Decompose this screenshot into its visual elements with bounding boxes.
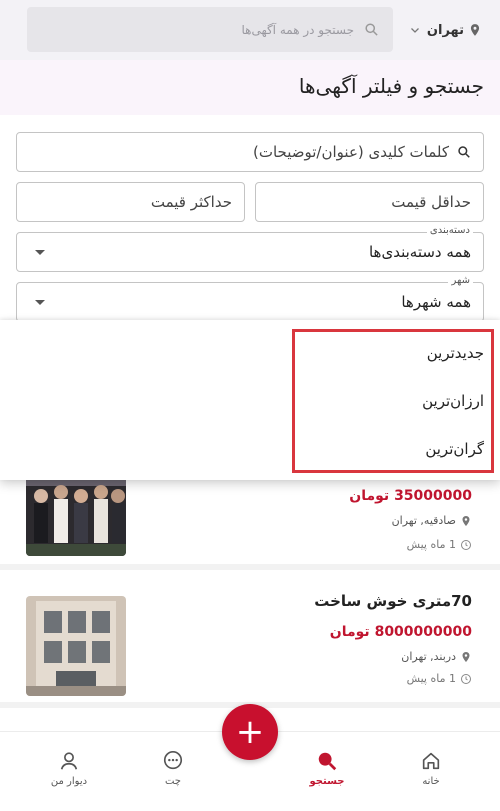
home-icon bbox=[422, 752, 440, 770]
keywords-input[interactable]: کلمات کلیدی (عنوان/توضیحات) bbox=[16, 132, 484, 172]
listing-location: صادقیه, تهران bbox=[392, 514, 472, 527]
clock-icon bbox=[461, 673, 471, 684]
listing-time: 1 ماه پیش bbox=[407, 538, 472, 551]
top-bar: تهران جستجو در همه آگهی‌ها bbox=[0, 0, 500, 60]
listing-time-text: 1 ماه پیش bbox=[406, 538, 456, 551]
global-search-placeholder: جستجو در همه آگهی‌ها bbox=[241, 22, 354, 37]
clock-icon bbox=[461, 539, 471, 550]
city-selector-label: تهران bbox=[426, 22, 464, 38]
search-icon bbox=[318, 752, 337, 771]
nav-home[interactable]: خانه bbox=[396, 750, 466, 787]
city-select[interactable]: شهر همه شهرها bbox=[16, 275, 484, 322]
sort-option-most-expensive[interactable]: گران‌ترین bbox=[425, 440, 484, 458]
city-value: همه شهرها bbox=[401, 293, 471, 311]
listing-time-text: 1 ماه پیش bbox=[406, 672, 456, 685]
listing-title: 70متری خوش ساخت bbox=[314, 592, 472, 610]
user-icon bbox=[60, 752, 78, 770]
nav-chat-label: چت bbox=[164, 776, 181, 787]
location-pin-icon bbox=[462, 651, 470, 662]
nav-profile-label: دیوار من bbox=[50, 776, 88, 787]
dropdown-arrow-icon bbox=[35, 250, 45, 255]
nav-profile[interactable]: دیوار من bbox=[34, 750, 104, 787]
max-price-placeholder: حداکثر قیمت bbox=[150, 193, 232, 211]
min-price-input[interactable]: حداقل قیمت bbox=[255, 182, 484, 222]
search-icon bbox=[365, 23, 378, 36]
chevron-down-icon bbox=[410, 28, 419, 33]
sort-option-newest[interactable]: جدیدترین bbox=[427, 344, 484, 362]
location-pin-icon bbox=[462, 515, 470, 526]
nav-chat[interactable]: چت bbox=[138, 750, 208, 787]
nav-home-label: خانه bbox=[422, 776, 440, 787]
chat-icon bbox=[163, 751, 183, 770]
sort-option-cheapest[interactable]: ارزان‌ترین bbox=[422, 392, 484, 410]
global-search-input[interactable]: جستجو در همه آگهی‌ها bbox=[27, 7, 393, 52]
add-post-button[interactable]: + bbox=[222, 704, 278, 760]
city-label: شهر bbox=[448, 275, 473, 286]
nav-search-label: جستجو bbox=[309, 776, 345, 787]
page-title: جستجو و فیلتر آگهی‌ها bbox=[298, 74, 484, 98]
category-label: دسته‌بندی bbox=[426, 225, 473, 236]
page-title-bar: جستجو و فیلتر آگهی‌ها bbox=[0, 60, 500, 115]
listing-price: 8000000000 تومان bbox=[329, 624, 472, 640]
category-value: همه دسته‌بندی‌ها bbox=[368, 243, 471, 261]
city-selector[interactable]: تهران bbox=[409, 22, 482, 38]
nav-search[interactable]: جستجو bbox=[292, 750, 362, 787]
listing-thumbnail bbox=[26, 596, 126, 696]
sort-dropdown-menu: جدیدترین ارزان‌ترین گران‌ترین bbox=[0, 320, 500, 480]
location-pin-icon bbox=[470, 24, 480, 36]
dropdown-arrow-icon bbox=[35, 300, 45, 305]
listing-location-text: صادقیه, تهران bbox=[391, 514, 456, 527]
listing-card[interactable]: 70متری خوش ساخت 8000000000 تومان دربند, … bbox=[0, 580, 500, 708]
keywords-placeholder: کلمات کلیدی (عنوان/توضیحات) bbox=[253, 143, 449, 161]
category-select[interactable]: دسته‌بندی همه دسته‌بندی‌ها bbox=[16, 225, 484, 272]
listing-location: دربند, تهران bbox=[401, 650, 472, 663]
listing-location-text: دربند, تهران bbox=[401, 650, 456, 663]
search-icon bbox=[458, 146, 470, 158]
listing-price: 35000000 تومان bbox=[349, 488, 472, 504]
listing-time: 1 ماه پیش bbox=[407, 672, 472, 685]
max-price-input[interactable]: حداکثر قیمت bbox=[16, 182, 245, 222]
min-price-placeholder: حداقل قیمت bbox=[391, 193, 471, 211]
